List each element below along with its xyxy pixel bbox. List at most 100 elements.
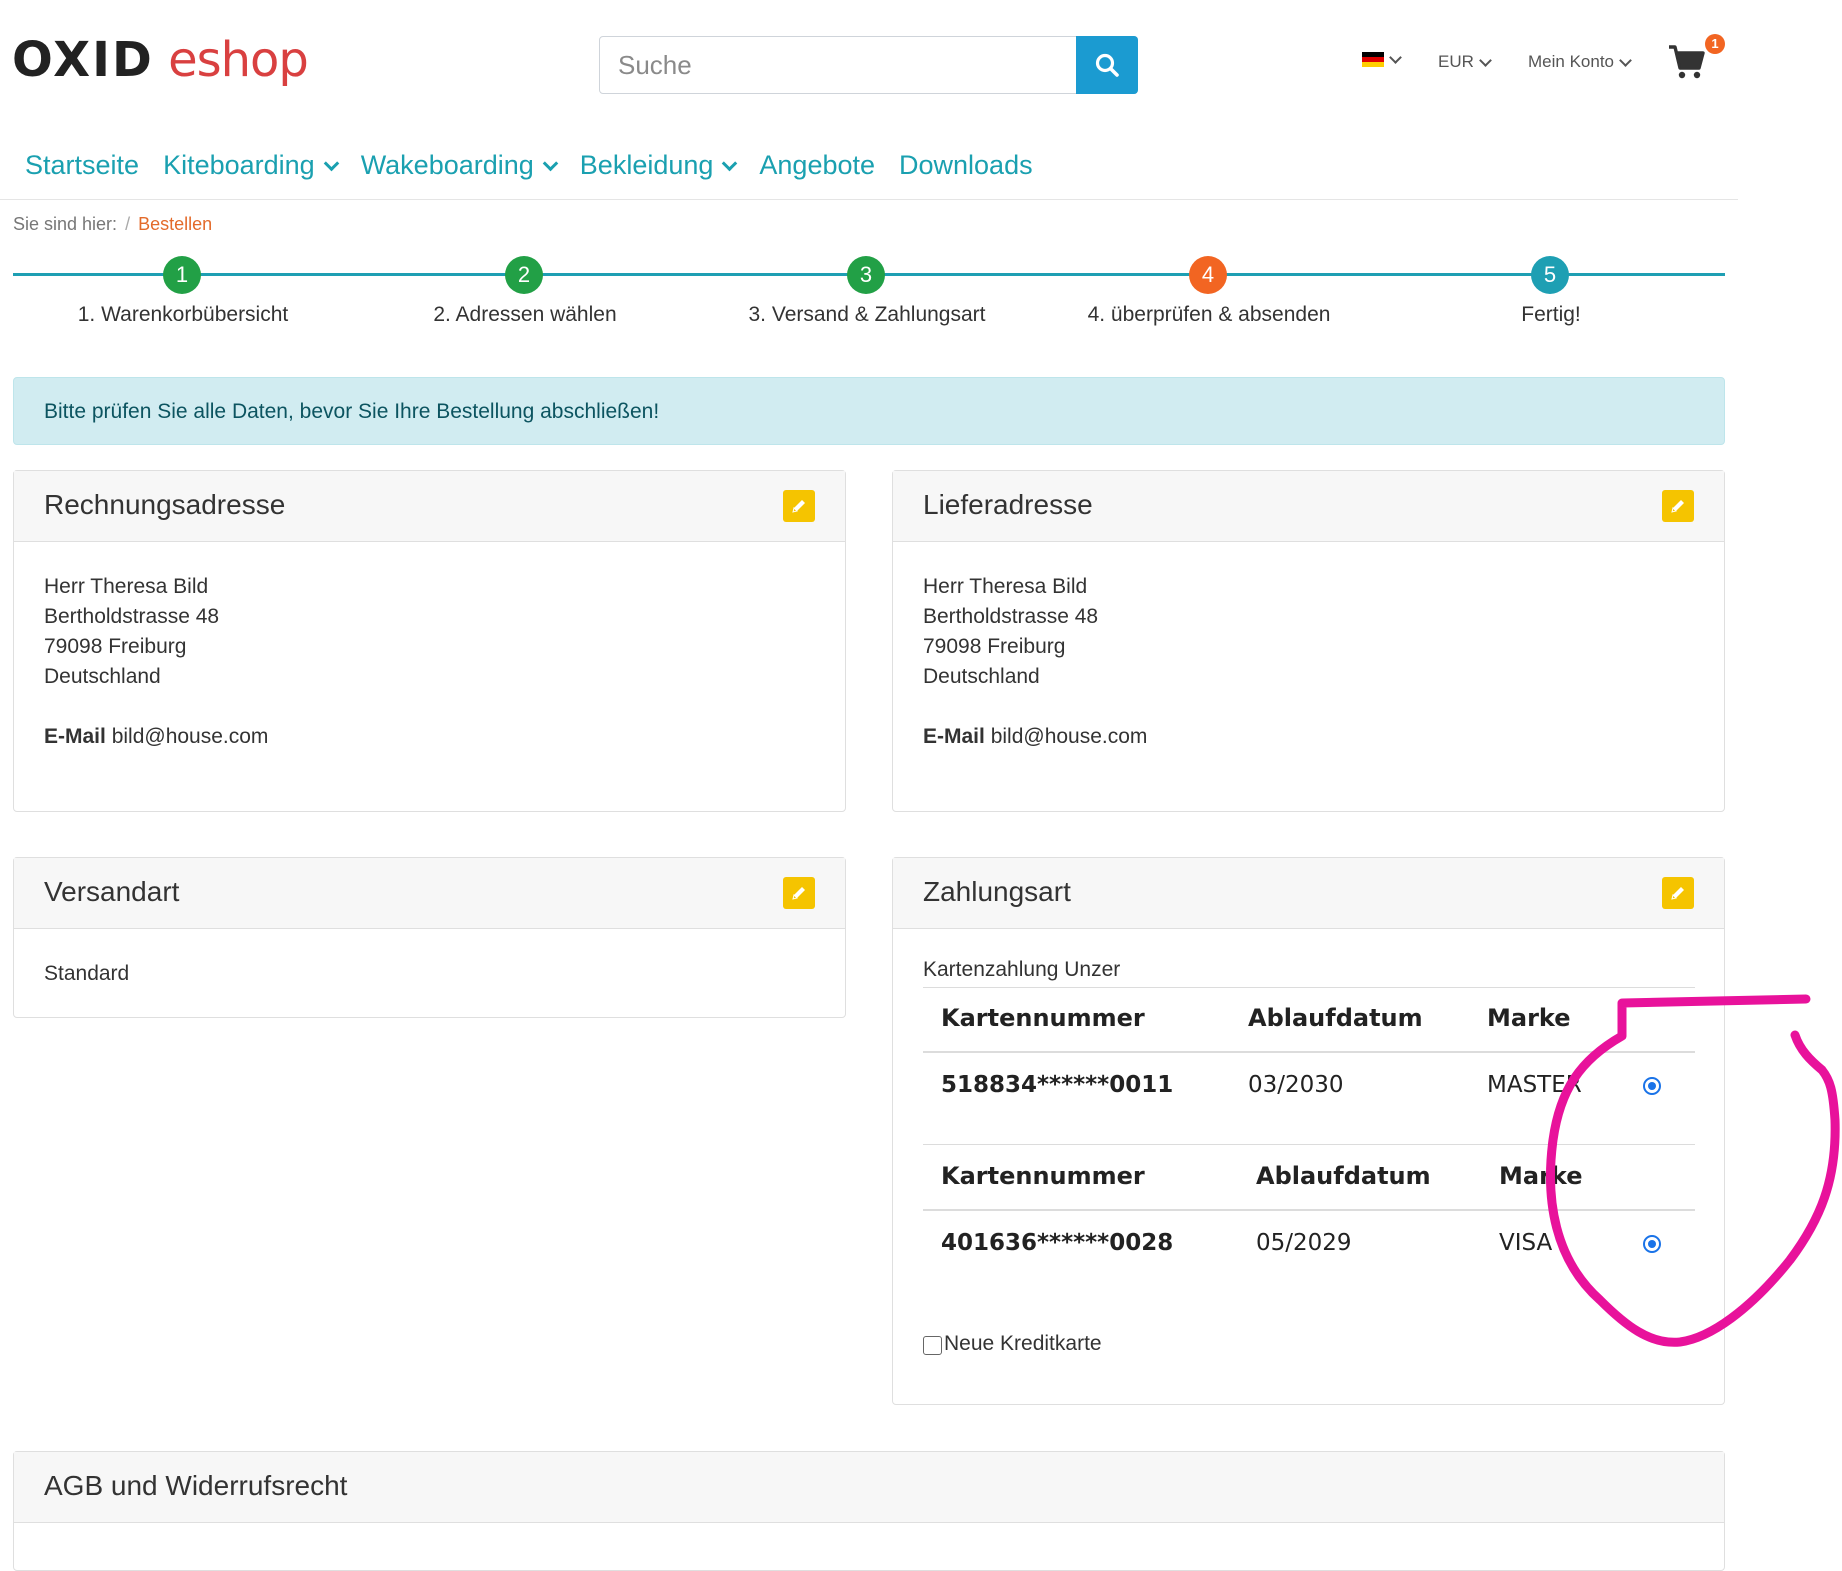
cart-button[interactable] <box>1668 44 1706 85</box>
step-5-label: Fertig! <box>1521 303 1581 326</box>
card-expiry: 03/2030 <box>1248 1072 1344 1098</box>
step-2-circle[interactable]: 2 <box>505 256 543 294</box>
currency-selector[interactable]: EUR <box>1438 52 1492 72</box>
search-button[interactable] <box>1076 36 1138 94</box>
main-navigation: Startseite Kiteboarding Wakeboarding Bek… <box>25 150 1033 181</box>
logo-oxid: OXID <box>12 32 154 88</box>
pencil-icon <box>792 500 805 513</box>
edit-delivery-button[interactable] <box>1662 490 1694 522</box>
address-line: Deutschland <box>923 665 1040 688</box>
divider <box>923 1144 1695 1145</box>
chevron-down-icon <box>722 155 738 172</box>
column-header-brand: Marke <box>1487 1004 1571 1032</box>
edit-shipping-method-button[interactable] <box>783 877 815 909</box>
shop-logo[interactable]: OXID eshop <box>12 30 309 90</box>
card-header: Zahlungsart <box>893 858 1724 929</box>
edit-billing-button[interactable] <box>783 490 815 522</box>
nav-item-wakeboarding[interactable]: Wakeboarding <box>361 150 559 181</box>
column-header-card-number: Kartennummer <box>941 1004 1145 1032</box>
payment-method-name: Kartenzahlung Unzer <box>923 958 1121 981</box>
account-menu[interactable]: Mein Konto <box>1528 52 1632 72</box>
card-header: Versandart <box>14 858 845 929</box>
chevron-down-icon <box>542 155 559 172</box>
divider <box>923 987 1695 988</box>
delivery-body: Herr Theresa Bild Bertholdstrasse 48 790… <box>893 542 1724 782</box>
shopping-cart-icon <box>1669 45 1705 79</box>
payment-card: Zahlungsart Kartenzahlung Unzer Kartennu… <box>892 857 1725 1405</box>
email-value: bild@house.com <box>111 725 269 748</box>
billing-address-card: Rechnungsadresse Herr Theresa Bild Berth… <box>13 470 846 812</box>
card-brand: VISA <box>1499 1230 1553 1256</box>
billing-title: Rechnungsadresse <box>44 489 286 520</box>
step-1-label[interactable]: 1. Warenkorbübersicht <box>78 303 288 327</box>
chevron-down-icon <box>1619 53 1632 67</box>
breadcrumb-separator: / <box>125 214 131 234</box>
chevron-down-icon <box>1389 51 1402 64</box>
shipping-method-title: Versandart <box>44 876 180 907</box>
address-line: Bertholdstrasse 48 <box>44 605 220 628</box>
divider <box>923 1051 1695 1053</box>
card-number: 518834******0011 <box>941 1072 1174 1098</box>
nav-divider <box>0 199 1738 200</box>
address-line: Herr Theresa Bild <box>923 575 1088 598</box>
logo-eshop: eshop <box>168 32 309 88</box>
account-label: Mein Konto <box>1528 52 1614 71</box>
billing-body: Herr Theresa Bild Bertholdstrasse 48 790… <box>14 542 845 782</box>
card-brand: MASTER <box>1487 1072 1582 1098</box>
card-select-radio[interactable] <box>1643 1077 1661 1095</box>
info-alert: Bitte prüfen Sie alle Daten, bevor Sie I… <box>13 377 1725 445</box>
card-select-radio[interactable] <box>1643 1235 1661 1253</box>
nav-item-bekleidung[interactable]: Bekleidung <box>580 150 738 181</box>
divider <box>923 1209 1695 1211</box>
shipping-method-body: Standard <box>14 929 845 1019</box>
breadcrumb-current[interactable]: Bestellen <box>138 214 212 235</box>
pencil-icon <box>1671 500 1684 513</box>
german-flag-icon <box>1362 52 1384 67</box>
card-expiry: 05/2029 <box>1256 1230 1352 1256</box>
step-2-label[interactable]: 2. Adressen wählen <box>433 303 616 327</box>
chevron-down-icon <box>323 155 339 172</box>
nav-item-kiteboarding[interactable]: Kiteboarding <box>163 150 339 181</box>
column-header-brand: Marke <box>1499 1162 1583 1190</box>
terms-card: AGB und Widerrufsrecht <box>13 1451 1725 1571</box>
step-1-circle[interactable]: 1 <box>163 256 201 294</box>
new-card-label[interactable]: Neue Kreditkarte <box>944 1332 1102 1356</box>
edit-payment-button[interactable] <box>1662 877 1694 909</box>
column-header-expiry: Ablaufdatum <box>1256 1162 1431 1190</box>
address-line: Bertholdstrasse 48 <box>923 605 1099 628</box>
nav-item-startseite[interactable]: Startseite <box>25 150 139 181</box>
currency-label: EUR <box>1438 52 1474 71</box>
step-3-label[interactable]: 3. Versand & Zahlungsart <box>749 303 986 327</box>
address-line: 79098 Freiburg <box>923 635 1066 658</box>
email-label: E-Mail <box>923 725 985 748</box>
card-header: Rechnungsadresse <box>14 471 845 542</box>
step-3-circle[interactable]: 3 <box>847 256 885 294</box>
delivery-address-card: Lieferadresse Herr Theresa Bild Berthold… <box>892 470 1725 812</box>
language-selector[interactable] <box>1362 51 1402 67</box>
step-5-circle: 5 <box>1531 256 1569 294</box>
terms-title: AGB und Widerrufsrecht <box>44 1470 348 1501</box>
search-input[interactable] <box>600 37 1106 93</box>
address-line: 79098 Freiburg <box>44 635 187 658</box>
new-card-checkbox[interactable] <box>923 1336 942 1355</box>
card-header: Lieferadresse <box>893 471 1724 542</box>
shipping-method-card: Versandart Standard <box>13 857 846 1018</box>
pencil-icon <box>1671 887 1684 900</box>
shipping-method-value: Standard <box>44 962 130 985</box>
column-header-expiry: Ablaufdatum <box>1248 1004 1423 1032</box>
email-line: E-Mail bild@house.com <box>44 722 815 752</box>
step-4-circle: 4 <box>1189 256 1227 294</box>
search-box <box>599 36 1138 94</box>
search-icon <box>1095 53 1119 77</box>
address-line: Herr Theresa Bild <box>44 575 209 598</box>
delivery-title: Lieferadresse <box>923 489 1093 520</box>
nav-item-angebote[interactable]: Angebote <box>759 150 875 181</box>
checkout-page: OXID eshop EUR Mein Konto 1 Startse <box>0 0 1738 1571</box>
address-line: Deutschland <box>44 665 161 688</box>
email-label: E-Mail <box>44 725 106 748</box>
chevron-down-icon <box>1479 53 1492 67</box>
nav-item-downloads[interactable]: Downloads <box>899 150 1033 181</box>
step-4-label: 4. überprüfen & absenden <box>1087 303 1331 326</box>
breadcrumb-label: Sie sind hier: <box>13 214 118 234</box>
payment-title: Zahlungsart <box>923 876 1071 907</box>
